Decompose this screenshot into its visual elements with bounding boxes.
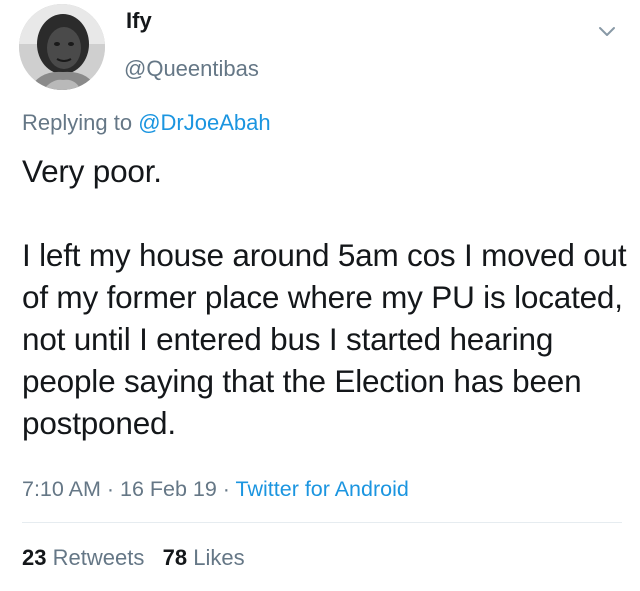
divider [22,522,622,523]
replying-to-label: Replying to [22,110,133,135]
display-name[interactable]: Ify [126,8,152,34]
likes-count: 78 [162,545,188,570]
avatar-photo [19,4,105,90]
tweet-date[interactable]: 16 Feb 19 [120,477,217,501]
likes-label: Likes [193,545,245,570]
tweet-stats: 23 Retweets 78 Likes [22,545,245,571]
tweet-time[interactable]: 7:10 AM [22,477,101,501]
avatar[interactable] [19,4,105,90]
tweet-card: Ify @Queentibas Replying to @DrJoeAbah V… [0,0,640,591]
likes-stat[interactable]: 78 Likes [163,545,245,570]
replying-to: Replying to @DrJoeAbah [22,110,271,136]
tweet-text: Very poor. I left my house around 5am co… [22,153,627,441]
meta-separator: · [100,477,120,501]
meta-separator: · [216,477,236,501]
retweets-stat[interactable]: 23 Retweets [22,545,144,570]
retweets-label: Retweets [52,545,145,570]
user-handle[interactable]: @Queentibas [124,56,259,82]
tweet-meta: 7:10 AM · 16 Feb 19 · Twitter for Androi… [22,477,409,502]
replying-to-link[interactable]: @DrJoeAbah [138,110,270,135]
tweet-source-link[interactable]: Twitter for Android [236,477,409,501]
retweets-count: 23 [22,545,47,570]
chevron-down-icon[interactable] [594,18,620,44]
